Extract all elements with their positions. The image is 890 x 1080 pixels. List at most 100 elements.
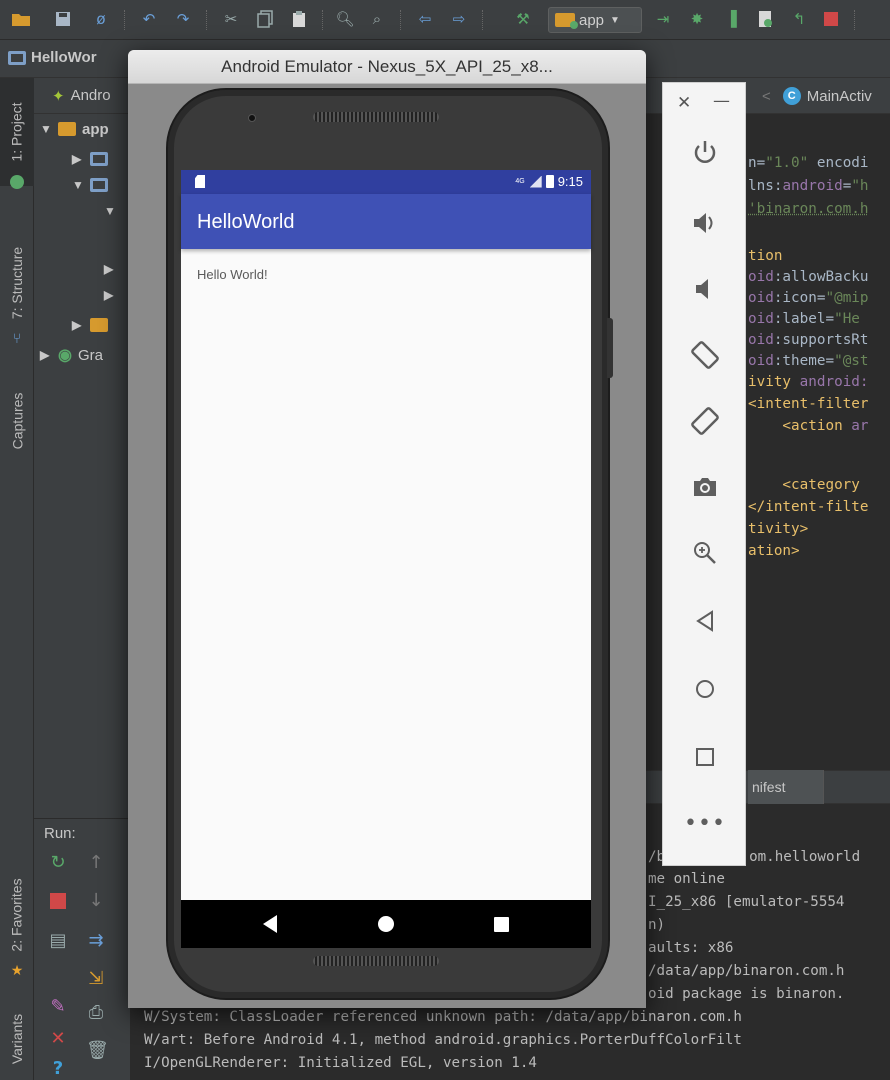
tree-node-folder[interactable]: ▶ [104,258,116,280]
back-icon[interactable] [263,915,277,933]
device-screen[interactable]: 4G 9:15 HelloWorld Hello World! [181,170,591,900]
run-icon[interactable]: ⇥ [652,8,674,30]
earpiece-speaker [313,112,439,122]
undo-icon[interactable]: ↶ [138,8,160,30]
close-icon[interactable]: ✕ [677,93,691,113]
tree-node-gradle[interactable]: ▶ ◉ Gra [40,344,103,366]
layout-icon[interactable]: ▤ [48,931,68,951]
cut-icon[interactable]: ✂ [220,8,242,30]
replace-icon[interactable]: ⌕ [366,8,388,30]
editor-tab-bar: < C MainActiv [620,78,890,114]
log-line: I/OpenGLRenderer: Initialized EGL, versi… [144,1055,537,1071]
find-icon[interactable]: 🔍︎ [334,8,356,30]
tab-separator-icon: < [762,87,771,105]
code-line: oid:icon="@mip [748,290,869,306]
project-view-selector[interactable]: ✦ Andro [34,78,130,114]
print-icon[interactable]: ⎙ [86,1003,106,1023]
code-line: oid:theme="@st [748,353,869,369]
back-triangle-icon [696,610,713,632]
tree-node-folder[interactable]: ▼ [104,200,116,222]
collapsed-triangle-icon: ▶ [72,318,82,332]
more-options-button[interactable]: ••• [663,799,747,847]
tree-node-label: Gra [77,346,103,364]
toolbar-separator [400,10,401,30]
resource-folder-icon [90,318,108,332]
back-nav-icon[interactable]: ⇦ [414,8,436,30]
paste-icon[interactable] [288,8,310,30]
copy-icon[interactable] [254,8,276,30]
tab-main-activity[interactable]: < C MainActiv [762,78,872,114]
tab-favorites[interactable]: 2: Favorites [0,856,34,974]
scroll-up-icon[interactable]: ↑ [86,853,106,873]
screenshot-button[interactable] [663,463,747,511]
code-line: oid:allowBacku [748,269,869,285]
attach-debugger-icon[interactable] [754,8,776,30]
tree-node-app[interactable]: ▼ app [40,118,109,140]
power-button[interactable] [663,129,747,177]
app-title: HelloWorld [197,211,295,233]
signal-icon [529,175,542,188]
project-view-label: Andro [70,87,111,104]
build-hammer-icon[interactable]: ⚒ [512,8,534,30]
android-status-bar: 4G 9:15 [181,170,591,194]
home-icon[interactable] [378,916,394,932]
volume-up-button[interactable] [663,199,747,247]
tab-structure[interactable]: 7: Structure [0,228,34,338]
clear-all-icon[interactable]: 🗑︎ [86,1041,109,1061]
tree-node-folder[interactable]: ▶ [72,314,108,336]
close-run-icon[interactable]: ✕ [48,1029,68,1049]
run-configuration-select[interactable]: app ▼ [548,7,642,33]
tab-merged-manifest[interactable]: nifest [748,770,824,804]
back-button[interactable] [663,597,747,645]
sync-icon[interactable]: ø [90,8,112,30]
tab-label: MainActiv [806,87,872,105]
debug-icon[interactable]: ✸ [686,8,708,30]
help-icon[interactable]: ? [48,1059,68,1079]
pin-icon[interactable]: ✎ [48,997,68,1017]
scroll-down-icon[interactable]: ↓ [86,891,106,911]
forward-nav-icon[interactable]: ⇨ [448,8,470,30]
stop-run-icon[interactable] [48,891,68,911]
breadcrumb[interactable]: HelloWor [8,49,97,66]
device-side-button [607,318,613,378]
rotate-right-button[interactable] [663,397,747,445]
scroll-to-end-icon[interactable]: ⇲ [86,969,106,989]
app-toolbar: HelloWorld [181,194,591,249]
tree-node-folder[interactable]: ▶ [104,284,116,306]
tree-node-folder[interactable]: ▼ [72,174,108,196]
android-icon: ✦ [52,87,65,105]
expanded-triangle-icon: ▼ [104,204,116,218]
star-icon: ★ [10,961,24,978]
rotate-left-button[interactable] [663,331,747,379]
zoom-button[interactable] [663,529,747,577]
run-config-label: app [579,11,605,29]
soft-wrap-icon[interactable]: ⇉ [86,931,106,951]
open-folder-icon[interactable] [10,8,32,30]
android-nav-bar [181,900,591,948]
tab-captures[interactable]: Captures [0,366,34,476]
expanded-triangle-icon: ▼ [40,122,52,136]
tree-node-folder[interactable]: ▶ [72,148,108,170]
project-folder-icon [8,50,26,65]
redo-icon[interactable]: ↷ [172,8,194,30]
tab-build-variants[interactable]: Variants [0,998,34,1080]
rerun-icon[interactable]: ↻ [48,853,68,873]
apply-changes-icon[interactable]: ↰ [788,8,810,30]
save-icon[interactable] [52,8,74,30]
breadcrumb-project[interactable]: HelloWor [31,49,97,66]
volume-up-icon [694,213,713,233]
recents-icon[interactable] [494,917,509,932]
code-line: tion [748,248,783,264]
java-class-icon: C [782,87,801,105]
overview-button[interactable] [663,733,747,781]
home-button[interactable] [663,665,747,713]
volume-down-button[interactable] [663,265,747,313]
emulator-window: Android Emulator - Nexus_5X_API_25_x8...… [128,50,646,1008]
stop-icon[interactable] [820,8,842,30]
emulator-titlebar[interactable]: Android Emulator - Nexus_5X_API_25_x8... [128,50,646,84]
android-module-icon [555,13,578,29]
minimize-icon[interactable]: — [713,91,730,111]
expanded-triangle-icon: ▼ [72,178,84,192]
profile-icon[interactable]: ▐ [720,8,742,30]
code-line: oid:supportsRt [748,332,869,348]
